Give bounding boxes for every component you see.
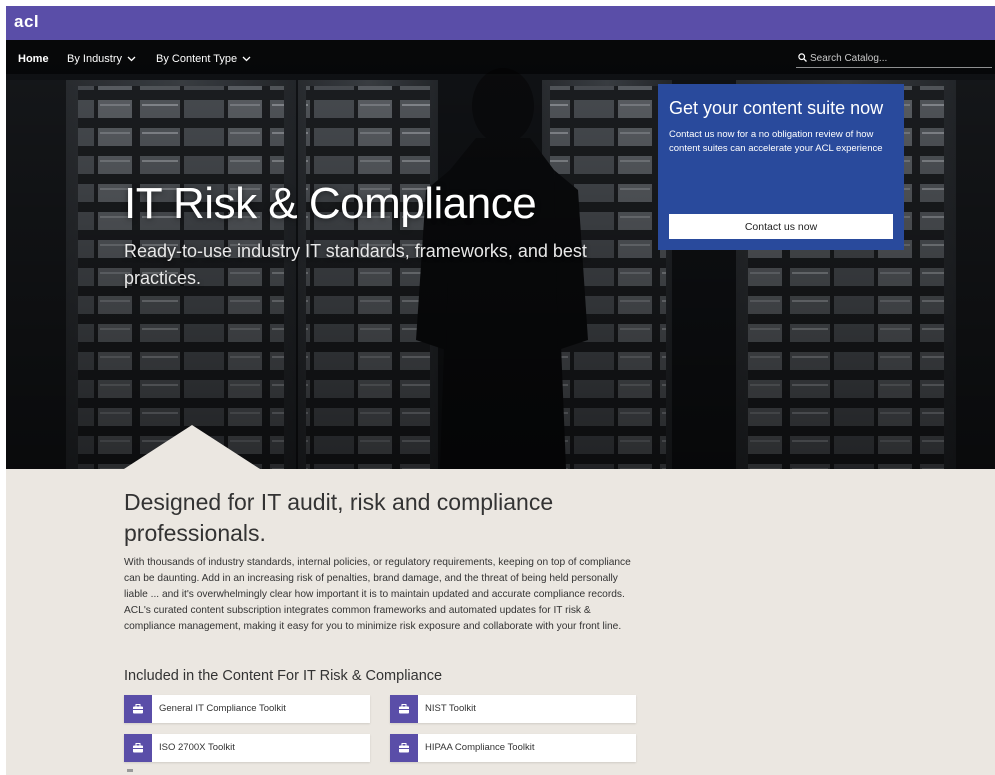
toolkit-card-general-it[interactable]: General IT Compliance Toolkit: [124, 695, 370, 723]
toolkit-icon-container: [390, 734, 418, 762]
section-body: With thousands of industry standards, in…: [124, 557, 631, 632]
toolkit-label: ISO 2700X Toolkit: [159, 742, 235, 753]
nav-by-content-type-label: By Content Type: [156, 53, 238, 65]
toolkit-label: NIST Toolkit: [425, 703, 476, 714]
content-suite-callout: Get your content suite now Contact us no…: [658, 84, 904, 250]
main-nav: Home By Industry By Content Type: [6, 40, 995, 74]
callout-title: Get your content suite now: [669, 98, 884, 118]
toolkit-icon-container: [124, 695, 152, 723]
toolkit-label: HIPAA Compliance Toolkit: [425, 742, 535, 753]
toolkit-card-nist[interactable]: NIST Toolkit: [390, 695, 636, 723]
toolkit-card-hipaa[interactable]: HIPAA Compliance Toolkit: [390, 734, 636, 762]
briefcase-icon: [133, 743, 143, 753]
hero-title: IT Risk & Compliance: [124, 179, 537, 228]
page: acl Home By Industry By Content Type IT …: [6, 6, 995, 775]
search-input[interactable]: [808, 49, 990, 67]
briefcase-icon: [399, 704, 409, 714]
contact-us-button[interactable]: Contact us now: [669, 214, 893, 239]
briefcase-icon: [399, 743, 409, 753]
chevron-down-icon: [242, 56, 251, 62]
hero-subtitle: Ready-to-use industry IT standards, fram…: [124, 241, 587, 288]
nav-by-content-type-dropdown[interactable]: By Content Type: [156, 53, 251, 65]
toolkit-icon-container: [390, 695, 418, 723]
nav-by-industry-label: By Industry: [67, 53, 123, 65]
chevron-down-icon: [127, 56, 136, 62]
search-icon: [798, 53, 807, 62]
acl-logo[interactable]: acl: [14, 12, 39, 32]
toolkit-icon-container: [124, 734, 152, 762]
brand-bar: acl: [6, 6, 995, 40]
nav-by-industry-dropdown[interactable]: By Industry: [67, 53, 136, 65]
toolkit-label: General IT Compliance Toolkit: [159, 703, 286, 714]
nav-home-link[interactable]: Home: [18, 53, 49, 65]
search-catalog: [796, 49, 992, 68]
truncated-content-marker: [127, 769, 133, 772]
briefcase-icon: [133, 704, 143, 714]
toolkit-card-iso-2700x[interactable]: ISO 2700X Toolkit: [124, 734, 370, 762]
included-heading: Included in the Content For IT Risk & Co…: [124, 668, 443, 684]
callout-body: Contact us now for a no obligation revie…: [669, 129, 883, 154]
section-heading: Designed for IT audit, risk and complian…: [124, 489, 554, 546]
